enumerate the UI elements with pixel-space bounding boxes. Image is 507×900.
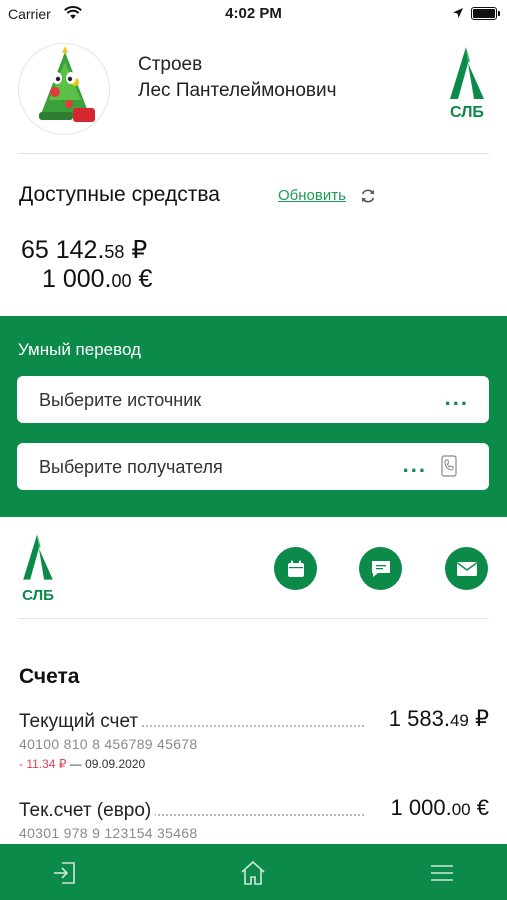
accounts-title: Счета (19, 665, 80, 688)
actions-divider (18, 618, 489, 619)
account-row[interactable]: Тек.счет (евро) 1 000.00 € 40301 978 9 1… (19, 795, 489, 841)
funds-title: Доступные средства (19, 183, 220, 206)
smart-transfer-title: Умный перевод (18, 340, 141, 359)
location-arrow-icon (453, 8, 463, 18)
menu-icon[interactable] (427, 858, 457, 888)
account-last-change: - 11.34 ₽ — 09.09.2020 (19, 757, 489, 771)
logout-icon[interactable] (50, 858, 80, 888)
refresh-link[interactable]: Обновить (278, 187, 346, 204)
source-label: Выберите источник (39, 390, 202, 410)
account-balance: 1 000.00 € (384, 795, 489, 821)
chat-button[interactable] (359, 547, 402, 590)
calendar-icon (287, 560, 304, 577)
clock: 4:02 PM (225, 5, 282, 22)
more-icon: ... (402, 452, 427, 477)
calendar-button[interactable] (274, 547, 317, 590)
avatar[interactable] (18, 43, 110, 135)
bottom-nav (0, 844, 507, 900)
account-number: 40301 978 9 123154 35468 (19, 825, 198, 841)
home-icon[interactable] (238, 858, 268, 888)
status-bar: Carrier 4:02 PM (0, 0, 507, 30)
bank-logo: СЛБ (444, 45, 490, 121)
balance-eur: 1 000.00 € (42, 265, 153, 293)
more-icon: ... (444, 385, 469, 410)
chat-icon (371, 560, 390, 577)
smart-transfer-panel: Умный перевод Выберите источник ... Выбе… (0, 316, 507, 517)
recipient-label: Выберите получателя (39, 457, 223, 477)
source-select[interactable]: Выберите источник ... (17, 376, 489, 423)
bank-logo-text: СЛБ (22, 587, 54, 604)
change-date: — 09.09.2020 (66, 757, 146, 771)
refresh-icon[interactable] (359, 187, 377, 205)
account-balance: 1 583.49 ₽ (382, 706, 489, 732)
account-number: 40100 810 8 456789 45678 (19, 736, 198, 752)
user-last-name: Строев (138, 54, 203, 75)
header-divider (18, 153, 489, 154)
account-name: Тек.счет (евро) (19, 800, 156, 822)
recipient-select[interactable]: Выберите получателя ... (17, 443, 489, 490)
user-name: Строев Лес Пантелеймонович (138, 52, 337, 104)
change-amount: - 11.34 ₽ (19, 757, 67, 771)
user-first-middle-name: Лес Пантелеймонович (138, 80, 337, 101)
mail-icon (456, 561, 477, 576)
bank-logo-secondary: СЛБ (18, 530, 58, 604)
balance-rub: 65 142.58 ₽ (21, 236, 148, 264)
contacts-icon[interactable] (441, 455, 457, 477)
account-row[interactable]: Текущий счет 1 583.49 ₽ 40100 810 8 4567… (19, 706, 489, 771)
account-name: Текущий счет (19, 711, 143, 733)
battery-icon (471, 7, 500, 20)
bank-logo-text: СЛБ (450, 104, 484, 121)
mail-button[interactable] (445, 547, 488, 590)
